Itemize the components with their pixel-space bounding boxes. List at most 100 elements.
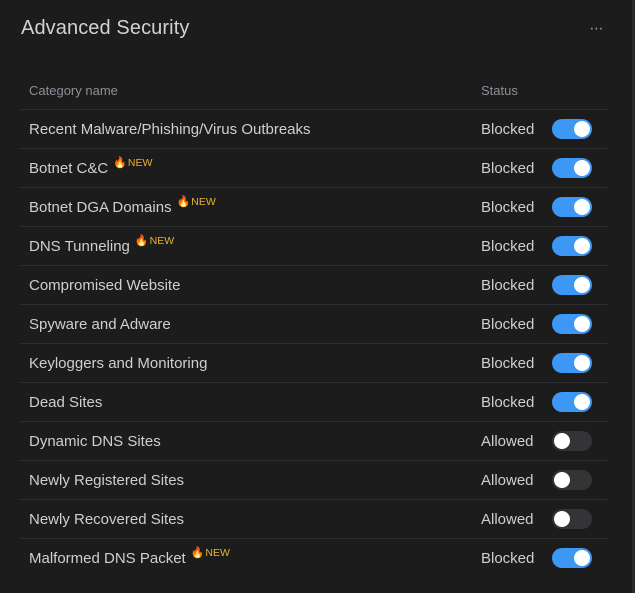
status-toggle[interactable]	[552, 548, 592, 568]
status-cell: Blocked	[481, 119, 607, 139]
new-badge: 🔥 NEW	[134, 234, 175, 247]
header-status: Status	[481, 83, 518, 98]
status-cell: Blocked	[481, 353, 607, 373]
new-label: NEW	[149, 234, 175, 247]
status-text: Blocked	[481, 120, 535, 138]
category-name: Botnet C&C	[29, 159, 109, 177]
new-label: NEW	[127, 156, 153, 169]
category-name-cell: Compromised Website	[20, 277, 481, 294]
table-row: Compromised Website Blocked	[20, 266, 607, 305]
toggle-knob	[574, 550, 590, 566]
fire-icon: 🔥	[190, 546, 205, 559]
category-name: Dynamic DNS Sites	[29, 432, 161, 450]
category-name-cell: Keyloggers and Monitoring	[20, 355, 481, 372]
status-toggle[interactable]	[552, 392, 592, 412]
category-name: Compromised Website	[29, 276, 181, 294]
status-text: Blocked	[481, 237, 535, 255]
new-badge: 🔥 NEW	[176, 195, 216, 208]
toggle-knob	[574, 121, 590, 137]
table-row: Dynamic DNS Sites Allowed	[20, 422, 607, 461]
table-row: Spyware and Adware Blocked	[20, 305, 607, 344]
table-row: Newly Registered Sites Allowed	[20, 461, 607, 500]
table-row: Malformed DNS Packet 🔥 NEW Blocked	[20, 539, 607, 577]
new-badge: 🔥 NEW	[113, 156, 153, 169]
fire-icon: 🔥	[113, 156, 127, 169]
category-name: Newly Recovered Sites	[29, 510, 185, 528]
category-name-cell: Newly Recovered Sites	[20, 511, 481, 528]
status-cell: Blocked	[481, 236, 607, 256]
table-row: Newly Recovered Sites Allowed	[20, 500, 607, 539]
status-toggle[interactable]	[552, 353, 592, 373]
status-toggle[interactable]	[552, 158, 592, 178]
toggle-knob	[574, 277, 590, 293]
toggle-knob	[574, 160, 590, 176]
table-row: Recent Malware/Phishing/Virus Outbreaks B…	[20, 110, 607, 149]
status-text: Blocked	[481, 549, 535, 567]
toggle-knob	[574, 394, 590, 410]
status-toggle[interactable]	[552, 470, 592, 490]
status-cell: Blocked	[481, 197, 607, 217]
status-toggle[interactable]	[552, 314, 592, 334]
category-name: Keyloggers and Monitoring	[29, 354, 208, 372]
table-row: DNS Tunneling 🔥 NEW Blocked	[20, 227, 607, 266]
status-cell: Blocked	[481, 314, 607, 334]
category-name-cell: Dynamic DNS Sites	[20, 433, 481, 450]
status-toggle[interactable]	[552, 119, 592, 139]
category-name-cell: Malformed DNS Packet 🔥 NEW	[20, 546, 481, 567]
panel-title: Advanced Security	[21, 17, 190, 39]
category-name-cell: Newly Registered Sites	[20, 472, 481, 489]
status-text: Allowed	[481, 471, 534, 489]
table-row: Dead Sites Blocked	[20, 383, 607, 422]
table-row: Keyloggers and Monitoring Blocked	[20, 344, 607, 383]
status-text: Blocked	[481, 393, 535, 411]
category-name: Botnet DGA Domains	[29, 198, 172, 216]
new-badge: 🔥 NEW	[190, 546, 230, 559]
fire-icon: 🔥	[134, 234, 149, 247]
status-text: Blocked	[481, 276, 535, 294]
status-toggle[interactable]	[552, 431, 592, 451]
category-name-cell: Botnet DGA Domains 🔥 NEW	[20, 195, 481, 216]
new-label: NEW	[191, 195, 216, 208]
toggle-knob	[554, 472, 570, 488]
toggle-knob	[574, 355, 590, 371]
status-toggle[interactable]	[552, 509, 592, 529]
status-cell: Allowed	[481, 509, 607, 529]
status-cell: Blocked	[481, 392, 607, 412]
toggle-knob	[574, 238, 590, 254]
status-text: Blocked	[481, 198, 535, 216]
category-name: Recent Malware/Phishing/Virus Outbreaks	[29, 120, 311, 138]
more-options-button[interactable]: ⋯	[586, 18, 608, 38]
category-name-cell: Recent Malware/Phishing/Virus Outbreaks	[20, 121, 481, 138]
category-name: Spyware and Adware	[29, 315, 171, 333]
category-name: Dead Sites	[29, 393, 103, 411]
header-category-name: Category name	[29, 83, 118, 98]
category-name: Newly Registered Sites	[29, 471, 185, 489]
toggle-knob	[574, 199, 590, 215]
new-label: NEW	[205, 546, 230, 559]
status-text: Blocked	[481, 315, 535, 333]
status-cell: Blocked	[481, 158, 607, 178]
fire-icon: 🔥	[176, 195, 191, 208]
category-name: Malformed DNS Packet	[29, 549, 186, 567]
security-categories-table: Category name Status Recent Malware/Phis…	[20, 72, 607, 577]
toggle-knob	[554, 511, 570, 527]
status-text: Allowed	[481, 432, 534, 450]
category-name-cell: DNS Tunneling 🔥 NEW	[20, 234, 481, 255]
table-header: Category name Status	[20, 72, 607, 110]
category-name-cell: Spyware and Adware	[20, 316, 481, 333]
status-toggle[interactable]	[552, 236, 592, 256]
table-row: Botnet DGA Domains 🔥 NEW Blocked	[20, 188, 607, 227]
table-row: Botnet C&C 🔥 NEW Blocked	[20, 149, 607, 188]
status-text: Blocked	[481, 354, 535, 372]
table-body: Recent Malware/Phishing/Virus Outbreaks B…	[20, 110, 607, 577]
status-text: Allowed	[481, 510, 534, 528]
more-horizontal-icon: ⋯	[589, 19, 605, 36]
category-name-cell: Dead Sites	[20, 394, 481, 411]
category-name: DNS Tunneling	[29, 237, 130, 255]
status-cell: Allowed	[481, 470, 607, 490]
status-cell: Blocked	[481, 548, 607, 568]
status-toggle[interactable]	[552, 275, 592, 295]
status-toggle[interactable]	[552, 197, 592, 217]
toggle-knob	[554, 433, 570, 449]
status-cell: Blocked	[481, 275, 607, 295]
